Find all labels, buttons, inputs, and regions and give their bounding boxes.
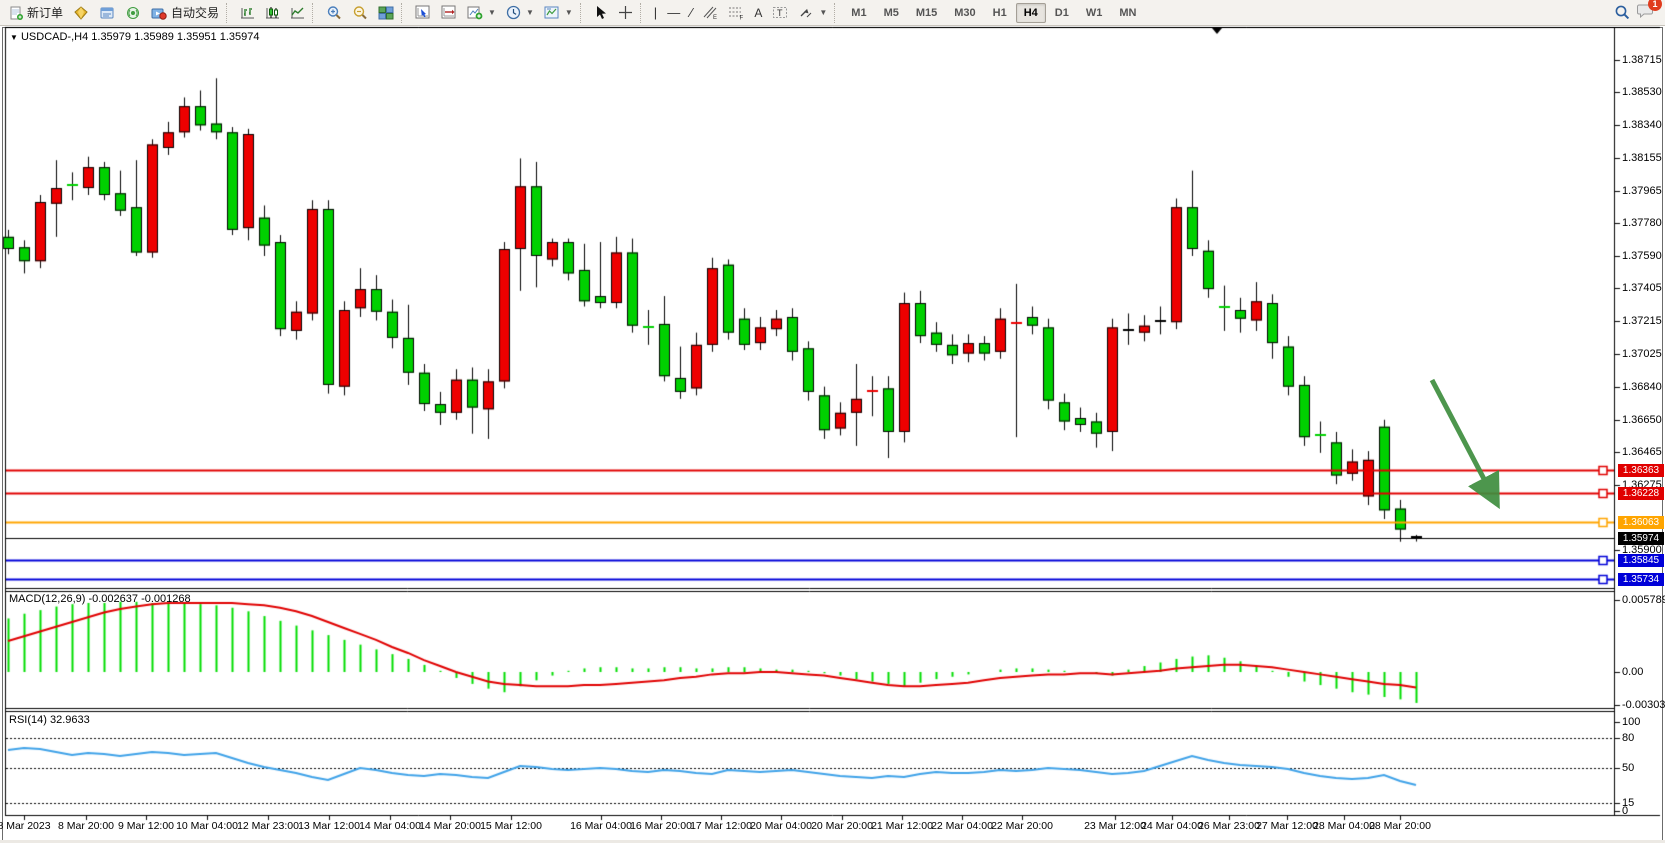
- time-tick-label: 20 Mar 04:00: [750, 820, 812, 832]
- price-tick-label: 1.37025: [1622, 348, 1662, 360]
- time-tick-label: 21 Mar 12:00: [871, 820, 933, 832]
- rsi-tick-label: 100: [1622, 716, 1640, 728]
- time-tick-label: 20 Mar 20:00: [811, 820, 873, 832]
- time-tick-label: 22 Mar 20:00: [991, 820, 1053, 832]
- chart-dropdown-icon[interactable]: ▼: [10, 33, 18, 42]
- rsi-tick-label: 50: [1622, 762, 1634, 774]
- rsi-tick-label: 0: [1622, 805, 1628, 817]
- time-tick-label: 22 Mar 04:00: [931, 820, 993, 832]
- time-tick-label: 8 Mar 2023: [0, 820, 51, 832]
- price-tick-label: 1.38715: [1622, 54, 1662, 66]
- time-tick-label: 27 Mar 12:00: [1256, 820, 1318, 832]
- time-tick-label: 14 Mar 20:00: [419, 820, 481, 832]
- macd-indicator-label: MACD(12,26,9) -0.002637 -0.001268: [9, 593, 191, 605]
- price-tick-label: 1.36465: [1622, 446, 1662, 458]
- time-tick-label: 28 Mar 20:00: [1369, 820, 1431, 832]
- price-tick-label: 1.38155: [1622, 152, 1662, 164]
- time-tick-label: 12 Mar 23:00: [237, 820, 299, 832]
- time-tick-label: 28 Mar 04:00: [1313, 820, 1375, 832]
- rsi-tick-label: 80: [1622, 732, 1634, 744]
- macd-tick-label: 0.00: [1622, 666, 1643, 678]
- time-tick-label: 26 Mar 23:00: [1198, 820, 1260, 832]
- price-tick-label: 1.37590: [1622, 250, 1662, 262]
- mt4-window: 新订单 自动交易: [0, 0, 1665, 843]
- price-tick-label: 1.38530: [1622, 86, 1662, 98]
- time-tick-label: 13 Mar 12:00: [298, 820, 360, 832]
- price-line-label: 1.36228: [1618, 487, 1664, 500]
- price-line-label: 1.36063: [1618, 516, 1664, 529]
- time-tick-label: 17 Mar 12:00: [690, 820, 752, 832]
- price-tick-label: 1.36840: [1622, 381, 1662, 393]
- time-tick-label: 8 Mar 20:00: [58, 820, 114, 832]
- price-tick-label: 1.37780: [1622, 217, 1662, 229]
- price-tick-label: 1.37965: [1622, 185, 1662, 197]
- price-line-label: 1.36363: [1618, 464, 1664, 477]
- chart-canvas[interactable]: [0, 0, 1665, 843]
- price-line-label: 1.35734: [1618, 573, 1664, 586]
- time-tick-label: 10 Mar 04:00: [176, 820, 238, 832]
- price-line-label: 1.35845: [1618, 554, 1664, 567]
- price-tick-label: 1.37215: [1622, 315, 1662, 327]
- chart-title: ▼ USDCAD-,H4 1.35979 1.35989 1.35951 1.3…: [10, 31, 260, 43]
- price-line-label: 1.35974: [1618, 532, 1664, 545]
- time-tick-label: 14 Mar 04:00: [359, 820, 421, 832]
- price-tick-label: 1.38340: [1622, 119, 1662, 131]
- time-tick-label: 24 Mar 04:00: [1141, 820, 1203, 832]
- chart-title-text: USDCAD-,H4 1.35979 1.35989 1.35951 1.359…: [21, 31, 260, 43]
- time-tick-label: 16 Mar 04:00: [570, 820, 632, 832]
- rsi-indicator-label: RSI(14) 32.9633: [9, 714, 90, 726]
- time-tick-label: 9 Mar 12:00: [118, 820, 174, 832]
- time-tick-label: 15 Mar 12:00: [480, 820, 542, 832]
- macd-tick-label: 0.005789: [1622, 594, 1665, 606]
- price-tick-label: 1.36650: [1622, 414, 1662, 426]
- time-tick-label: 16 Mar 20:00: [630, 820, 692, 832]
- price-tick-label: 1.37405: [1622, 282, 1662, 294]
- macd-tick-label: -0.003039: [1622, 699, 1665, 711]
- time-tick-label: 23 Mar 12:00: [1084, 820, 1146, 832]
